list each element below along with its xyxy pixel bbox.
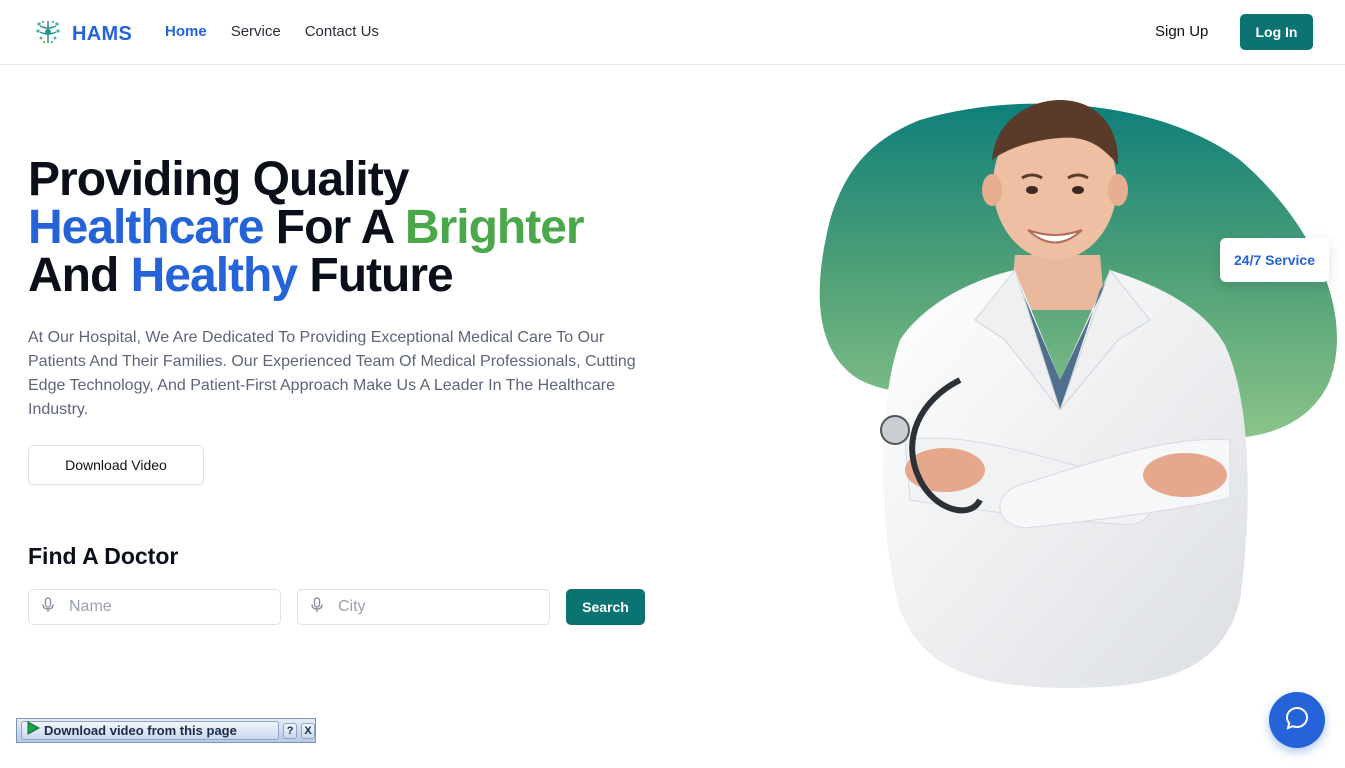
hero-illustration <box>800 80 1345 700</box>
doctor-name-field[interactable] <box>28 589 281 625</box>
nav-service-link[interactable]: Service <box>231 23 281 40</box>
doctor-name-input[interactable] <box>69 598 259 616</box>
signup-link[interactable]: Sign Up <box>1155 23 1208 40</box>
brand-logo[interactable]: HAMS <box>34 18 132 51</box>
play-icon <box>26 721 41 740</box>
nav-home-link[interactable]: Home <box>165 23 207 40</box>
chat-icon <box>1284 705 1310 736</box>
site-header: HAMS Home Service Contact Us Sign Up Log… <box>0 0 1345 65</box>
service-24-7-badge: 24/7 Service <box>1220 238 1329 282</box>
hero-title: Providing Quality Healthcare For A Brigh… <box>28 156 728 300</box>
close-button[interactable]: X <box>301 722 315 739</box>
mic-icon[interactable] <box>310 596 324 618</box>
hero-title-brighter: Brighter <box>404 201 585 254</box>
hero-title-for-a: For A <box>263 201 405 254</box>
download-video-from-page-button[interactable]: Download video from this page <box>21 721 280 740</box>
hero-title-healthy: Healthy <box>130 249 298 302</box>
video-download-toolbar: Download video from this page ? X <box>16 718 316 743</box>
main-nav: Home Service Contact Us <box>165 23 379 40</box>
chat-button[interactable] <box>1269 692 1325 748</box>
hero-title-healthcare: Healthcare <box>28 201 264 254</box>
hero-title-future: Future <box>297 249 453 302</box>
download-toolbar-label: Download video from this page <box>44 723 237 738</box>
hero-description: At Our Hospital, We Are Dedicated To Pro… <box>28 329 636 418</box>
nav-contact-link[interactable]: Contact Us <box>305 23 379 40</box>
search-button[interactable]: Search <box>566 589 645 625</box>
doctor-city-field[interactable] <box>297 589 550 625</box>
help-button[interactable]: ? <box>283 722 298 739</box>
caduceus-icon <box>34 18 62 51</box>
hero-title-and: And <box>28 249 131 302</box>
brand-name: HAMS <box>72 23 133 45</box>
download-video-button[interactable]: Download Video <box>28 445 204 485</box>
hero-title-line1: Providing Quality <box>28 153 409 206</box>
find-doctor-title: Find A Doctor <box>28 543 179 569</box>
mic-icon[interactable] <box>41 596 55 618</box>
login-button[interactable]: Log In <box>1240 14 1313 50</box>
doctor-city-input[interactable] <box>338 598 528 616</box>
